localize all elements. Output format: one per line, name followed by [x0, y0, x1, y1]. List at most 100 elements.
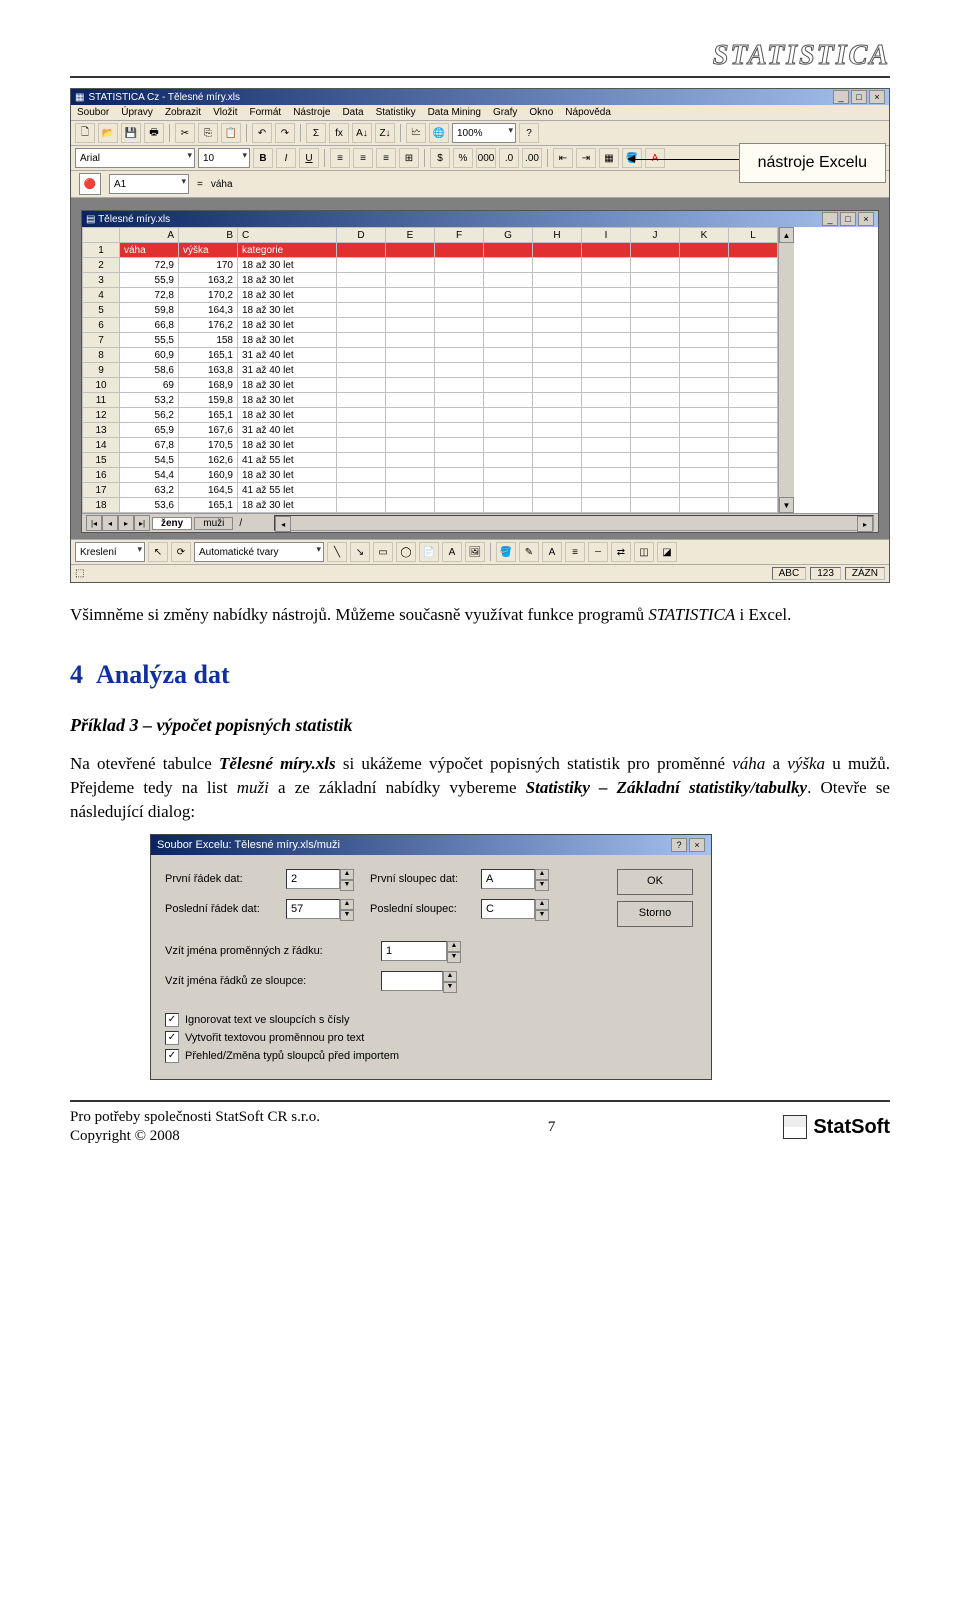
maximize-icon[interactable]: □: [840, 212, 856, 226]
cell[interactable]: 170,2: [179, 288, 238, 303]
cell[interactable]: [729, 408, 778, 423]
cell[interactable]: 66,8: [120, 318, 179, 333]
cell[interactable]: [386, 378, 435, 393]
menu-item[interactable]: Nápověda: [565, 107, 611, 118]
cell[interactable]: [729, 318, 778, 333]
cell[interactable]: [337, 483, 386, 498]
cell[interactable]: [386, 453, 435, 468]
autoshapes-menu[interactable]: Automatické tvary: [194, 542, 324, 562]
cell[interactable]: 159,8: [179, 393, 238, 408]
cell[interactable]: 18 až 30 let: [238, 303, 337, 318]
cell[interactable]: 18 až 30 let: [238, 273, 337, 288]
menu-item[interactable]: Data Mining: [428, 107, 481, 118]
row-header[interactable]: 17: [83, 483, 120, 498]
cell[interactable]: 158: [179, 333, 238, 348]
cell[interactable]: [484, 348, 533, 363]
col-header[interactable]: B: [179, 228, 238, 243]
dec-inc-icon[interactable]: .0: [499, 148, 519, 168]
cell[interactable]: [533, 408, 582, 423]
zoom-combo[interactable]: 100%: [452, 123, 516, 143]
last-row-spinner[interactable]: 57▲▼: [286, 899, 340, 919]
cell[interactable]: [729, 258, 778, 273]
cell[interactable]: [484, 438, 533, 453]
spin-down-icon[interactable]: ▼: [447, 952, 461, 963]
indent-dec-icon[interactable]: ⇤: [553, 148, 573, 168]
close-icon[interactable]: ×: [858, 212, 874, 226]
cell[interactable]: [729, 333, 778, 348]
col-header[interactable]: J: [631, 228, 680, 243]
cell[interactable]: [582, 408, 631, 423]
cell[interactable]: [337, 243, 386, 258]
cell[interactable]: 170,5: [179, 438, 238, 453]
cell[interactable]: [484, 468, 533, 483]
cell[interactable]: [631, 378, 680, 393]
cell[interactable]: váha: [120, 243, 179, 258]
cell[interactable]: [631, 498, 680, 513]
cut-icon[interactable]: ✂: [175, 123, 195, 143]
spin-up-icon[interactable]: ▲: [340, 869, 354, 880]
bold-icon[interactable]: B: [253, 148, 273, 168]
cell[interactable]: [484, 393, 533, 408]
cell[interactable]: [484, 498, 533, 513]
cell[interactable]: 18 až 30 let: [238, 258, 337, 273]
close-icon[interactable]: ×: [689, 838, 705, 852]
cell[interactable]: [729, 348, 778, 363]
cell[interactable]: [631, 453, 680, 468]
cell[interactable]: [729, 303, 778, 318]
row-header[interactable]: 7: [83, 333, 120, 348]
cell[interactable]: 18 až 30 let: [238, 393, 337, 408]
col-header[interactable]: L: [729, 228, 778, 243]
help-icon[interactable]: ?: [519, 123, 539, 143]
row-header[interactable]: 13: [83, 423, 120, 438]
cell[interactable]: 18 až 30 let: [238, 438, 337, 453]
spin-down-icon[interactable]: ▼: [340, 910, 354, 921]
cell[interactable]: [680, 393, 729, 408]
cell[interactable]: [582, 243, 631, 258]
cell[interactable]: [435, 363, 484, 378]
cell[interactable]: 69: [120, 378, 179, 393]
cell[interactable]: 163,2: [179, 273, 238, 288]
sheet-tab-zeny[interactable]: ženy: [152, 517, 192, 530]
cell-ref-combo[interactable]: A1: [109, 174, 189, 194]
cell[interactable]: [533, 348, 582, 363]
cell[interactable]: [386, 363, 435, 378]
cell[interactable]: výška: [179, 243, 238, 258]
cell[interactable]: 72,8: [120, 288, 179, 303]
last-col-spinner[interactable]: C▲▼: [481, 899, 535, 919]
cell[interactable]: 53,2: [120, 393, 179, 408]
line-icon[interactable]: ╲: [327, 542, 347, 562]
cell[interactable]: [582, 288, 631, 303]
cell[interactable]: [582, 393, 631, 408]
align-left-icon[interactable]: ≡: [330, 148, 350, 168]
dash-icon[interactable]: ┄: [588, 542, 608, 562]
cell[interactable]: [631, 483, 680, 498]
cell[interactable]: 59,8: [120, 303, 179, 318]
cell[interactable]: [386, 243, 435, 258]
cell[interactable]: [337, 348, 386, 363]
cell[interactable]: 176,2: [179, 318, 238, 333]
row-header[interactable]: 11: [83, 393, 120, 408]
cell[interactable]: [582, 258, 631, 273]
cell[interactable]: [729, 288, 778, 303]
cell[interactable]: [533, 333, 582, 348]
help-icon[interactable]: ?: [671, 838, 687, 852]
col-header[interactable]: E: [386, 228, 435, 243]
scroll-down-icon[interactable]: ▼: [779, 497, 794, 513]
cell[interactable]: [337, 273, 386, 288]
col-header[interactable]: A: [120, 228, 179, 243]
cell[interactable]: [680, 243, 729, 258]
chk-ignore-text[interactable]: ✓Ignorovat text ve sloupcích s čísly: [165, 1013, 349, 1027]
cell[interactable]: [337, 363, 386, 378]
cell[interactable]: [729, 378, 778, 393]
cell[interactable]: [435, 498, 484, 513]
cell[interactable]: [484, 273, 533, 288]
cell[interactable]: [337, 408, 386, 423]
size-combo[interactable]: 10: [198, 148, 250, 168]
cell[interactable]: [582, 453, 631, 468]
spin-up-icon[interactable]: ▲: [340, 899, 354, 910]
cell[interactable]: [337, 333, 386, 348]
spin-up-icon[interactable]: ▲: [535, 869, 549, 880]
cell[interactable]: 162,6: [179, 453, 238, 468]
cell[interactable]: [582, 348, 631, 363]
cell[interactable]: [729, 243, 778, 258]
